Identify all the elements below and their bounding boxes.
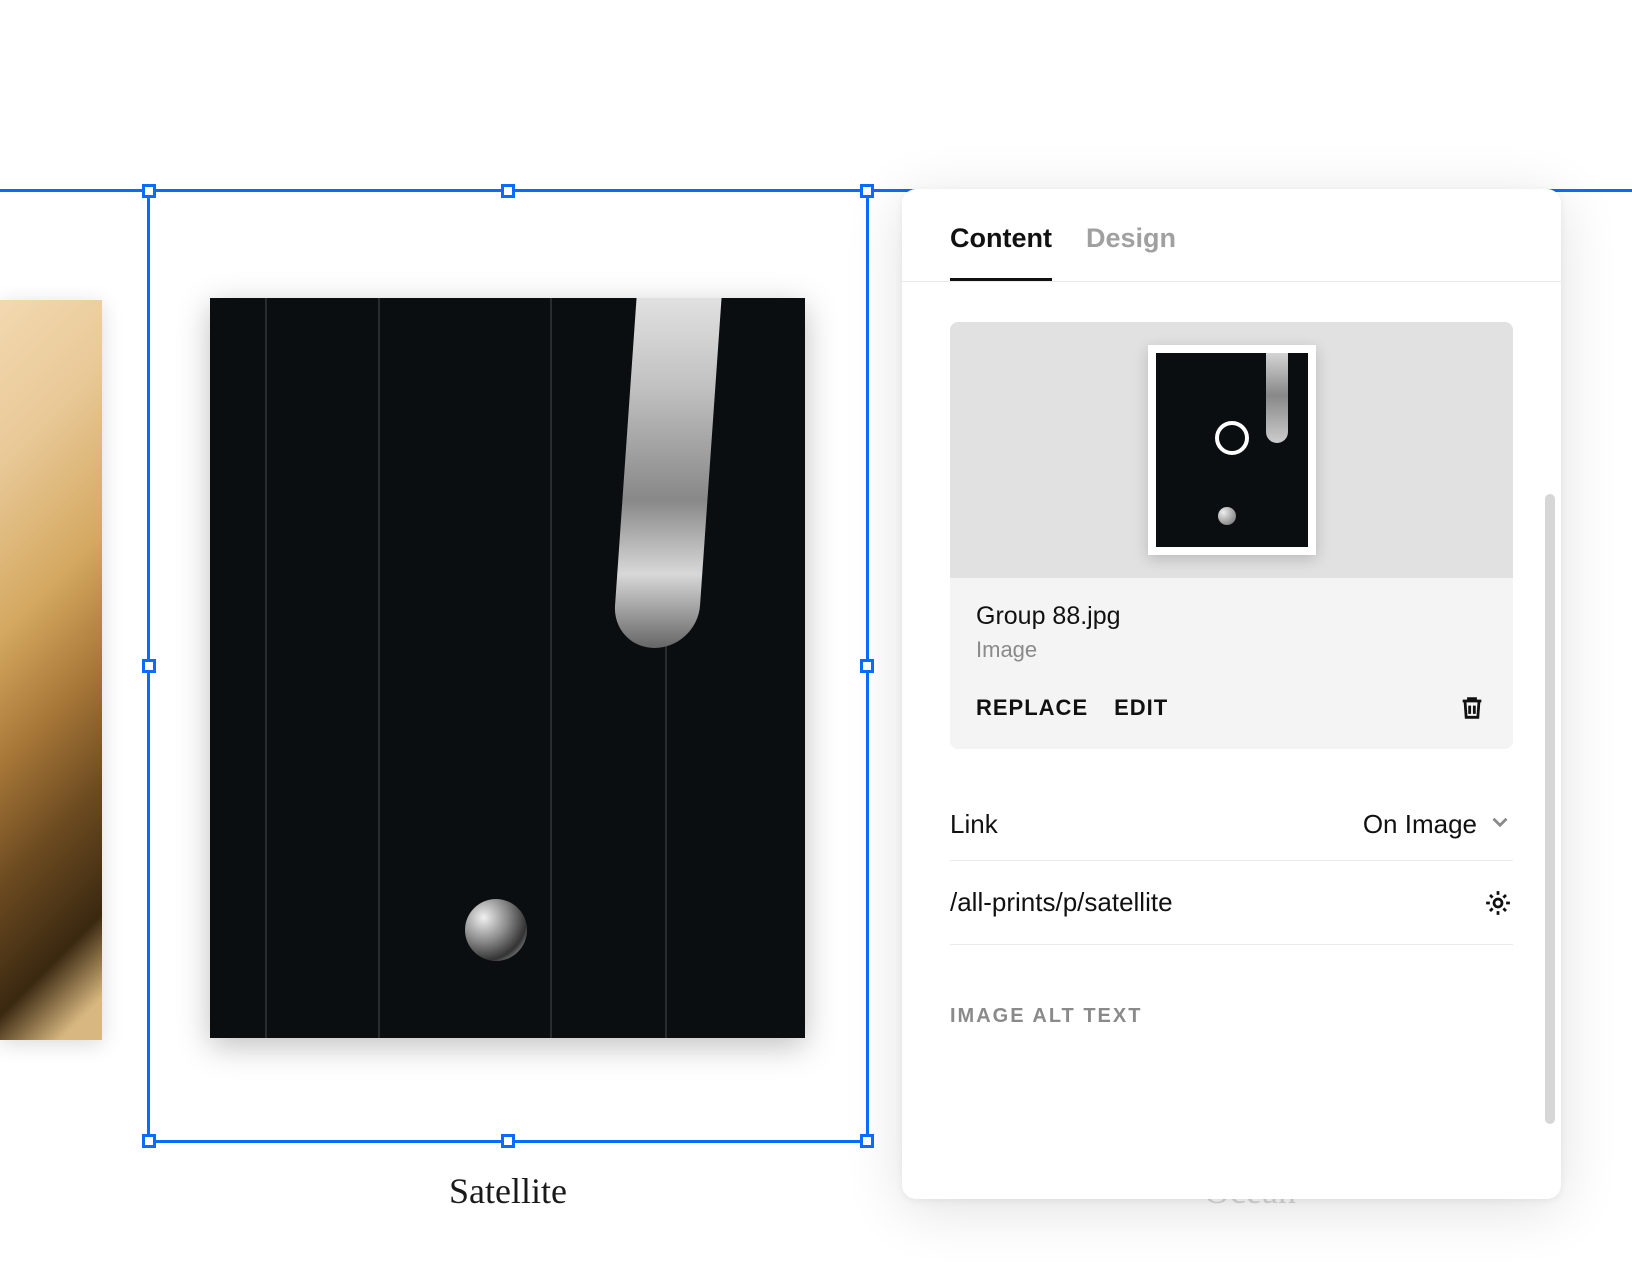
- trash-icon[interactable]: [1457, 693, 1487, 723]
- image-file-type: Image: [976, 637, 1487, 663]
- replace-button[interactable]: REPLACE: [976, 695, 1088, 721]
- panel-body: Group 88.jpg Image REPLACE EDIT Link On …: [902, 286, 1543, 1199]
- link-label: Link: [950, 809, 998, 840]
- selected-image[interactable]: [210, 298, 805, 1038]
- decorative-droplet: [1218, 507, 1236, 525]
- decorative-streak: [550, 298, 552, 1038]
- edit-button[interactable]: EDIT: [1114, 695, 1168, 721]
- gear-icon[interactable]: [1483, 888, 1513, 918]
- image-thumbnail-frame: [1148, 345, 1316, 555]
- link-dropdown[interactable]: On Image: [1363, 809, 1513, 840]
- link-url: /all-prints/p/satellite: [950, 887, 1173, 918]
- link-row[interactable]: Link On Image: [950, 809, 1513, 861]
- resize-handle-top-left[interactable]: [142, 184, 156, 198]
- resize-handle-top-middle[interactable]: [501, 184, 515, 198]
- tab-design[interactable]: Design: [1086, 223, 1176, 281]
- image-thumbnail[interactable]: [1156, 353, 1308, 547]
- panel-scrollbar[interactable]: [1545, 494, 1555, 1124]
- adjacent-image-left[interactable]: [0, 300, 102, 1040]
- link-value: On Image: [1363, 809, 1477, 840]
- decorative-drip: [612, 298, 723, 648]
- resize-handle-middle-left[interactable]: [142, 659, 156, 673]
- resize-handle-middle-right[interactable]: [860, 659, 874, 673]
- image-file-name: Group 88.jpg: [976, 602, 1487, 631]
- image-meta: Group 88.jpg Image: [950, 578, 1513, 675]
- image-preview[interactable]: [950, 322, 1513, 578]
- decorative-streak: [265, 298, 267, 1038]
- resize-handle-bottom-middle[interactable]: [501, 1134, 515, 1148]
- alt-text-section-label: IMAGE ALT TEXT: [950, 1005, 1513, 1028]
- tab-content[interactable]: Content: [950, 223, 1052, 281]
- chevron-down-icon: [1487, 809, 1513, 840]
- image-card: Group 88.jpg Image REPLACE EDIT: [950, 322, 1513, 749]
- decorative-streak: [378, 298, 380, 1038]
- resize-handle-top-right[interactable]: [860, 184, 874, 198]
- image-caption-selected[interactable]: Satellite: [148, 1170, 868, 1212]
- decorative-droplet: [465, 899, 527, 961]
- image-actions: REPLACE EDIT: [950, 675, 1513, 749]
- decorative-drip: [1266, 353, 1288, 443]
- resize-handle-bottom-left[interactable]: [142, 1134, 156, 1148]
- focal-point-indicator-icon[interactable]: [1215, 421, 1249, 455]
- editor-panel: Content Design Group 88.jpg Image REPLAC…: [902, 189, 1561, 1199]
- panel-tabs: Content Design: [902, 189, 1561, 282]
- resize-handle-bottom-right[interactable]: [860, 1134, 874, 1148]
- link-url-row[interactable]: /all-prints/p/satellite: [950, 861, 1513, 945]
- panel-scrollbar-thumb[interactable]: [1545, 494, 1555, 1124]
